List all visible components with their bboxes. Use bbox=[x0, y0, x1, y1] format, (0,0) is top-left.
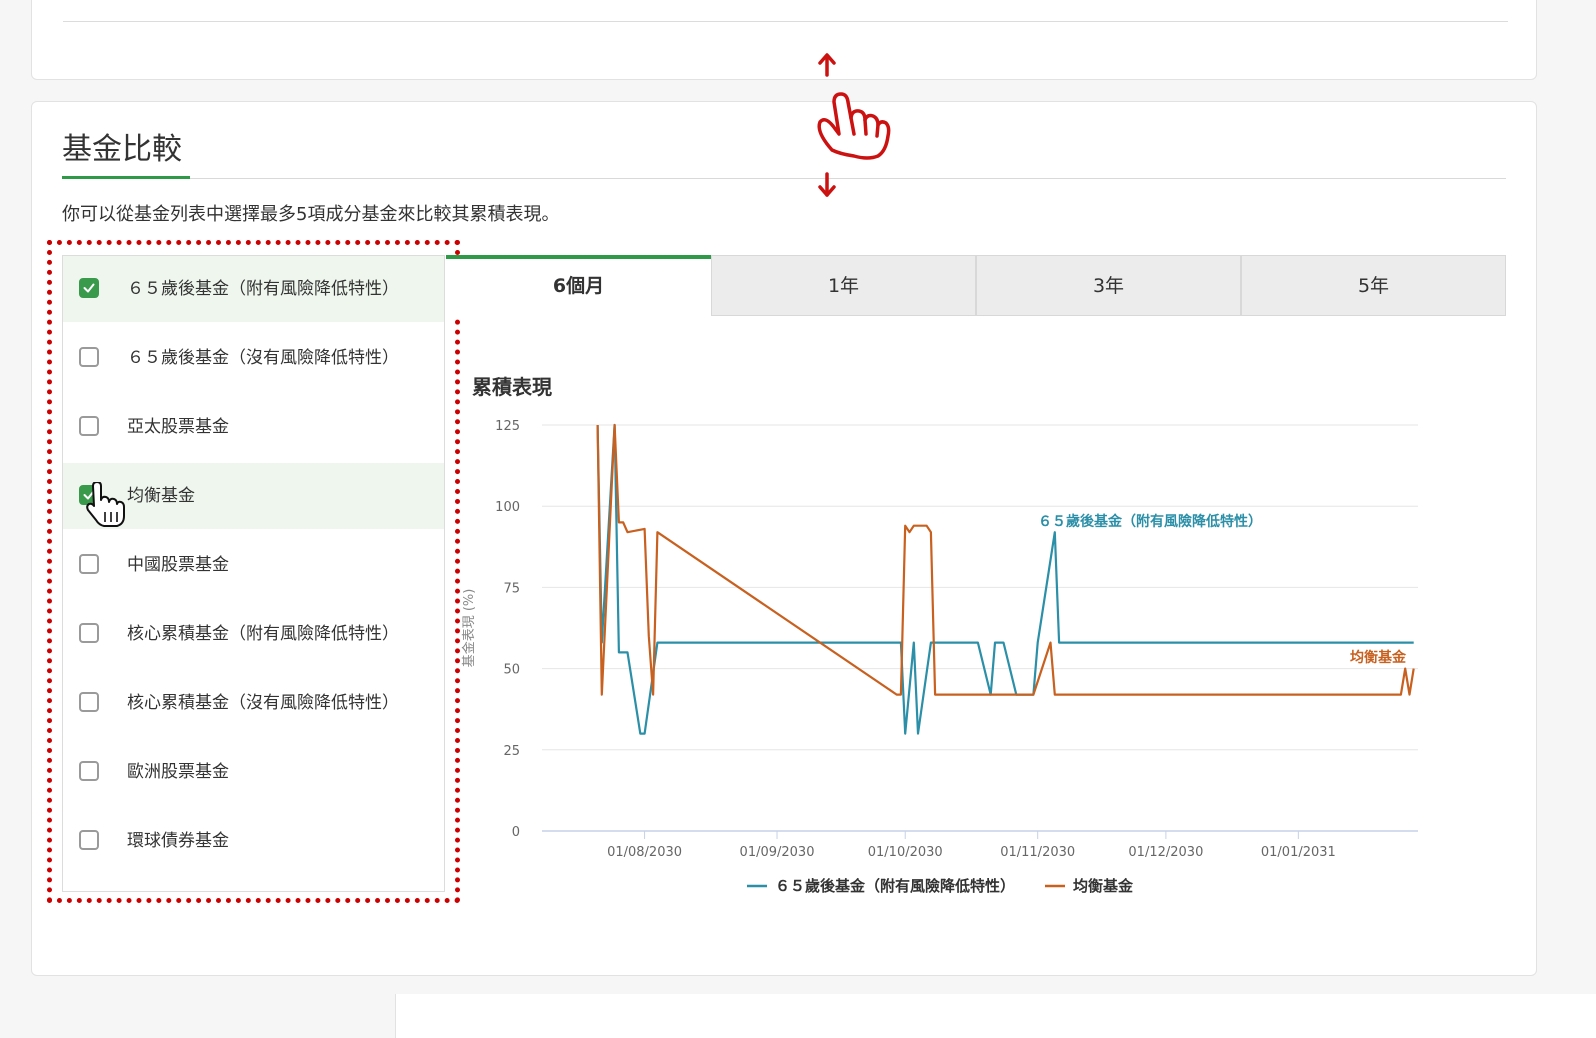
tab-3-years[interactable]: 3年 bbox=[976, 255, 1241, 316]
fund-item-china-equity[interactable]: 中國股票基金 bbox=[63, 532, 444, 598]
fund-item-65-with-derisking[interactable]: ６５歲後基金（附有風險降低特性） bbox=[63, 256, 444, 322]
y-tick-label: 75 bbox=[503, 581, 520, 596]
section-title: 基金比較 bbox=[62, 132, 182, 167]
x-tick-label: 01/09/2030 bbox=[740, 845, 815, 860]
fund-item-europe-equity[interactable]: 歐洲股票基金 bbox=[63, 739, 444, 805]
tab-6-months[interactable]: 6個月 bbox=[446, 255, 711, 316]
fund-label: ６５歲後基金（沒有風險降低特性） bbox=[127, 348, 399, 368]
fund-list: ６５歲後基金（附有風險降低特性） ６５歲後基金（沒有風險降低特性） 亞太股票基金… bbox=[62, 255, 445, 892]
fund-label: 環球債券基金 bbox=[127, 831, 229, 851]
fund-label: 核心累積基金（沒有風險降低特性） bbox=[127, 693, 399, 713]
y-tick-label: 25 bbox=[503, 744, 520, 759]
fund-checkbox[interactable] bbox=[79, 830, 99, 850]
fund-checkbox[interactable] bbox=[79, 554, 99, 574]
fund-label: ６５歲後基金（附有風險降低特性） bbox=[127, 279, 399, 299]
fund-label: 均衡基金 bbox=[127, 486, 195, 506]
x-tick-label: 01/10/2030 bbox=[868, 845, 943, 860]
chart-title: 累積表現 bbox=[472, 375, 552, 399]
top-card bbox=[31, 0, 1537, 80]
y-tick-label: 125 bbox=[495, 419, 520, 434]
fund-label: 亞太股票基金 bbox=[127, 417, 229, 437]
fund-item-asia-pacific-equity[interactable]: 亞太股票基金 bbox=[63, 394, 444, 460]
fund-label: 中國股票基金 bbox=[127, 555, 229, 575]
fund-checkbox[interactable] bbox=[79, 761, 99, 781]
fund-checkbox[interactable] bbox=[79, 416, 99, 436]
title-underline bbox=[62, 176, 190, 179]
y-tick-label: 100 bbox=[495, 500, 520, 515]
fund-item-balanced[interactable]: 均衡基金 bbox=[63, 463, 444, 529]
fund-item-core-with-derisking[interactable]: 核心累積基金（附有風險降低特性） bbox=[63, 601, 444, 667]
x-tick-label: 01/11/2030 bbox=[1000, 845, 1075, 860]
fund-checkbox-checked[interactable] bbox=[79, 485, 99, 505]
tab-1-year[interactable]: 1年 bbox=[711, 255, 976, 316]
legend-label: 均衡基金 bbox=[1073, 877, 1134, 895]
fund-label: 核心累積基金（附有風險降低特性） bbox=[127, 624, 399, 644]
tab-5-years[interactable]: 5年 bbox=[1241, 255, 1506, 316]
fund-item-65-without-derisking[interactable]: ６５歲後基金（沒有風險降低特性） bbox=[63, 325, 444, 391]
x-tick-label: 01/08/2030 bbox=[607, 845, 682, 860]
checkmark-icon bbox=[83, 283, 95, 293]
fund-item-core-without-derisking[interactable]: 核心累積基金（沒有風險降低特性） bbox=[63, 670, 444, 736]
bottom-panel bbox=[395, 994, 1596, 1038]
fund-checkbox[interactable] bbox=[79, 692, 99, 712]
fund-checkbox[interactable] bbox=[79, 623, 99, 643]
fund-item-global-bond[interactable]: 環球債券基金 bbox=[63, 808, 444, 874]
checkmark-icon bbox=[83, 490, 95, 500]
fund-checkbox[interactable] bbox=[79, 347, 99, 367]
title-divider bbox=[62, 178, 1506, 179]
fund-checkbox-checked[interactable] bbox=[79, 278, 99, 298]
fund-label: 歐洲股票基金 bbox=[127, 762, 229, 782]
section-description: 你可以從基金列表中選擇最多5項成分基金來比較其累積表現。 bbox=[62, 204, 560, 225]
top-card-divider bbox=[63, 21, 1508, 22]
x-tick-label: 01/01/2031 bbox=[1261, 845, 1336, 860]
series-line bbox=[596, 423, 1414, 735]
y-axis-title: 基金表現 (%) bbox=[461, 589, 477, 668]
series-label: ６５歲後基金（附有風險降低特性） bbox=[1038, 513, 1262, 530]
legend-label: ６５歲後基金（附有風險降低特性） bbox=[775, 877, 1015, 895]
y-tick-label: 50 bbox=[503, 663, 520, 678]
y-tick-label: 0 bbox=[512, 825, 520, 840]
cumulative-performance-chart: 0 25 50 75 100 125 01/08/2030 01/09/2030 01/10/2… bbox=[461, 419, 1418, 895]
series-label: 均衡基金 bbox=[1350, 649, 1407, 666]
x-tick-label: 01/12/2030 bbox=[1128, 845, 1203, 860]
period-tabs: 6個月 1年 3年 5年 bbox=[446, 255, 1506, 316]
